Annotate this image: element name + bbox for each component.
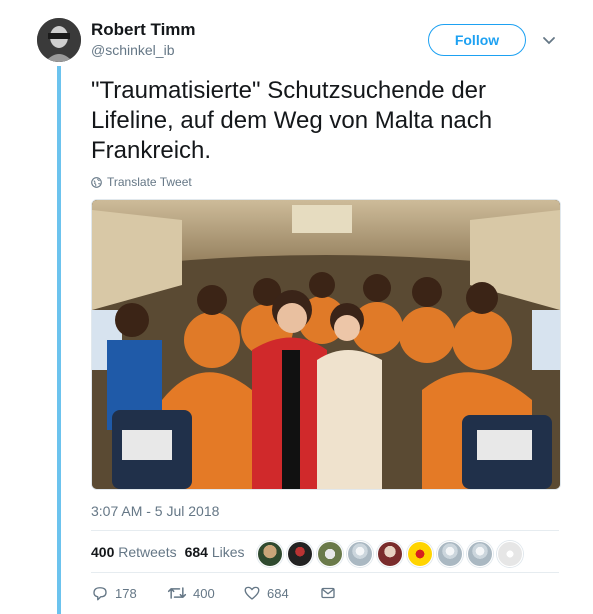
avatar[interactable]: [37, 18, 81, 62]
translate-tweet-link[interactable]: Translate Tweet: [91, 175, 192, 189]
liker-avatar[interactable]: [257, 541, 283, 567]
liker-avatar[interactable]: [317, 541, 343, 567]
reply-button[interactable]: 178: [91, 584, 167, 602]
retweet-count: 400: [193, 585, 215, 601]
user-name[interactable]: Robert Timm: [91, 20, 196, 40]
liker-avatar[interactable]: [407, 541, 433, 567]
liker-avatar[interactable]: [287, 541, 313, 567]
message-icon: [321, 587, 335, 599]
liker-avatar[interactable]: [467, 541, 493, 567]
globe-icon: [91, 176, 102, 188]
likes-stat[interactable]: 684 Likes: [185, 544, 245, 560]
direct-message-button[interactable]: [319, 584, 337, 602]
divider: [91, 530, 559, 531]
reply-count: 178: [115, 585, 137, 601]
like-count: 684: [267, 585, 289, 601]
reply-icon: [93, 587, 107, 601]
user-handle[interactable]: @schinkel_ib: [91, 42, 174, 58]
liker-avatar[interactable]: [347, 541, 373, 567]
caret-down-icon[interactable]: [541, 32, 557, 48]
tweet-timestamp[interactable]: 3:07 AM - 5 Jul 2018: [91, 503, 219, 519]
tweet-photo[interactable]: [91, 199, 561, 490]
liker-avatar[interactable]: [497, 541, 523, 567]
heart-icon: [244, 586, 260, 600]
like-button[interactable]: 684: [243, 584, 319, 602]
tweet-stats: 400 Retweets 684 Likes: [91, 544, 245, 560]
retweet-icon: [167, 587, 187, 599]
translate-label: Translate Tweet: [107, 175, 192, 189]
divider: [91, 572, 559, 573]
follow-button[interactable]: Follow: [428, 24, 526, 56]
thread-line: [57, 66, 61, 614]
retweet-button[interactable]: 400: [167, 584, 243, 602]
tweet-actions: 178 400 684: [91, 584, 337, 602]
liker-avatar[interactable]: [437, 541, 463, 567]
liker-avatars: [257, 541, 523, 567]
liker-avatar[interactable]: [377, 541, 403, 567]
retweets-stat[interactable]: 400 Retweets: [91, 544, 177, 560]
tweet-text: "Traumatisierte" Schutzsuchende der Life…: [91, 77, 493, 164]
